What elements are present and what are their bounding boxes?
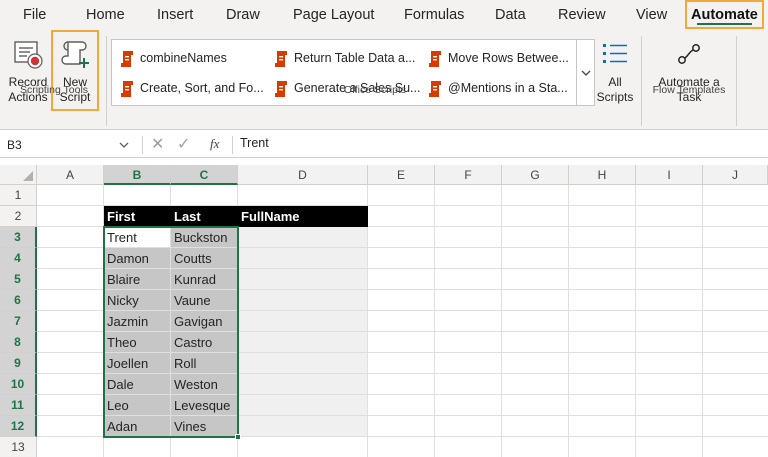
insert-function-icon[interactable]: fx (210, 136, 219, 152)
script-icon (275, 50, 287, 67)
cell-b2[interactable]: First (104, 206, 171, 227)
column-header-d[interactable]: D (238, 165, 368, 185)
column-header-j[interactable]: J (703, 165, 768, 185)
row-header-3[interactable]: 3 (0, 227, 37, 248)
tab-automate[interactable]: Automate (685, 0, 764, 29)
script-item-label: Move Rows Betwee... (448, 51, 569, 65)
cell-d2[interactable]: FullName (238, 206, 368, 227)
new-script-icon (61, 41, 89, 68)
row-header-6[interactable]: 6 (0, 290, 37, 311)
group-separator (641, 36, 642, 126)
row-header-8[interactable]: 8 (0, 332, 37, 353)
row-header-7[interactable]: 7 (0, 311, 37, 332)
group-separator (106, 36, 107, 126)
column-header-b[interactable]: B (104, 165, 171, 185)
formula-input[interactable]: Trent (240, 136, 269, 150)
select-all-button[interactable] (0, 165, 37, 185)
row-header-4[interactable]: 4 (0, 248, 37, 269)
selection-border (103, 226, 239, 438)
script-item-create-sort[interactable]: Create, Sort, and Fo... (119, 77, 264, 99)
script-icon (429, 50, 441, 67)
group-label-office-scripts: Office Scripts (343, 84, 407, 96)
script-item-label: @Mentions in a Sta... (448, 81, 568, 95)
script-icon (275, 80, 287, 97)
all-scripts-button[interactable]: All Scripts (594, 38, 636, 105)
chevron-down-icon[interactable] (119, 141, 129, 149)
script-item-combinenames[interactable]: combineNames (119, 47, 227, 69)
tab-home[interactable]: Home (86, 0, 125, 30)
name-box[interactable]: B3 (3, 135, 131, 155)
flow-icon (678, 44, 700, 64)
formatted-range (238, 227, 368, 437)
script-item-label: combineNames (140, 51, 227, 65)
script-icon (121, 50, 133, 67)
all-scripts-label-1: All (608, 75, 622, 89)
tab-insert[interactable]: Insert (157, 0, 193, 30)
script-item-label: Return Table Data a... (294, 51, 416, 65)
tab-file[interactable]: File (23, 0, 46, 30)
worksheet-grid[interactable]: A B C D E F G H I J 1 2 3 4 5 6 7 8 9 10… (0, 165, 768, 457)
enter-icon[interactable]: ✓ (177, 134, 190, 154)
row-header-2[interactable]: 2 (0, 206, 37, 227)
column-header-f[interactable]: F (435, 165, 502, 185)
script-item-label: Create, Sort, and Fo... (140, 81, 264, 95)
column-header-h[interactable]: H (569, 165, 636, 185)
row-header-13[interactable]: 13 (0, 437, 37, 457)
script-item-move-rows[interactable]: Move Rows Betwee... (427, 47, 569, 69)
column-header-i[interactable]: I (636, 165, 703, 185)
column-header-a[interactable]: A (37, 165, 104, 185)
column-header-c[interactable]: C (171, 165, 238, 185)
tab-page-layout[interactable]: Page Layout (293, 0, 374, 30)
row-header-1[interactable]: 1 (0, 185, 37, 206)
tab-review[interactable]: Review (558, 0, 606, 30)
row-header-9[interactable]: 9 (0, 353, 37, 374)
tab-draw[interactable]: Draw (226, 0, 260, 30)
column-header-g[interactable]: G (502, 165, 569, 185)
script-icon (121, 80, 133, 97)
group-label-scripting-tools: Scripting Tools (19, 84, 89, 96)
formula-bar-separator (232, 136, 233, 154)
tab-view[interactable]: View (636, 0, 667, 30)
row-header-12[interactable]: 12 (0, 416, 37, 437)
row-header-11[interactable]: 11 (0, 395, 37, 416)
group-label-flow-templates: Flow Templates (652, 84, 726, 96)
chevron-down-icon (581, 70, 591, 76)
group-separator (736, 36, 737, 126)
fill-handle[interactable] (235, 434, 241, 440)
column-header-e[interactable]: E (368, 165, 435, 185)
all-scripts-label-2: Scripts (596, 90, 634, 104)
menu-bar: File Home Insert Draw Page Layout Formul… (0, 0, 768, 30)
gallery-more-button[interactable] (576, 40, 594, 105)
tab-data[interactable]: Data (495, 0, 526, 30)
cancel-icon[interactable]: ✕ (151, 134, 164, 154)
formula-bar-separator (142, 136, 143, 154)
list-icon (603, 44, 627, 63)
cell-c2[interactable]: Last (171, 206, 238, 227)
formula-bar: B3 ✕ ✓ fx Trent (0, 132, 768, 158)
record-actions-icon (14, 41, 43, 69)
row-header-5[interactable]: 5 (0, 269, 37, 290)
tab-formulas[interactable]: Formulas (404, 0, 464, 30)
row-header-10[interactable]: 10 (0, 374, 37, 395)
script-item-return-table-data[interactable]: Return Table Data a... (273, 47, 415, 69)
